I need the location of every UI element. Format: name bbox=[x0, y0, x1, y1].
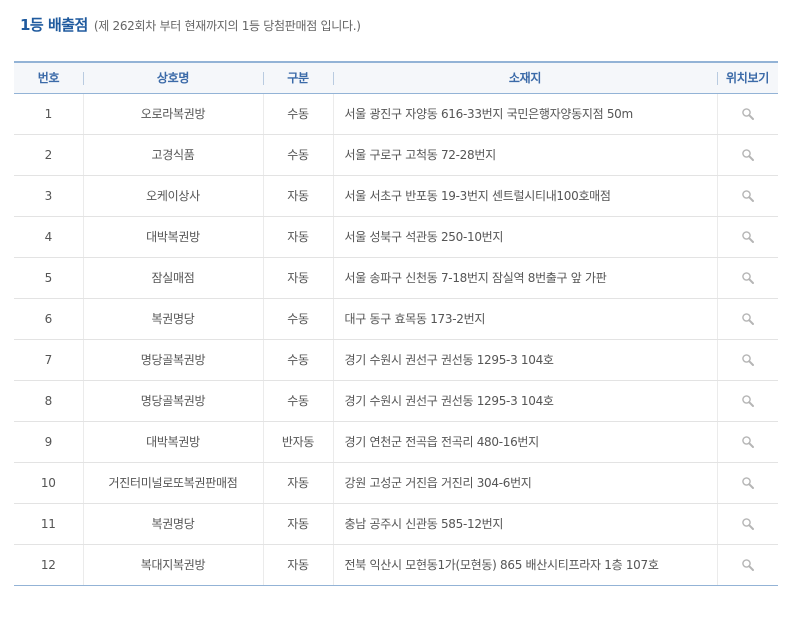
column-header-type: 구분 bbox=[263, 61, 333, 94]
magnifier-icon[interactable] bbox=[741, 107, 755, 121]
magnifier-icon[interactable] bbox=[741, 476, 755, 490]
row-store-name: 대박복권방 bbox=[82, 216, 263, 258]
table-row: 3 오케이상사 자동 서울 서초구 반포동 19-3번지 센트럴시티내100호매… bbox=[14, 175, 778, 217]
row-number: 5 bbox=[14, 257, 83, 299]
row-address: 서울 송파구 신천동 7-18번지 잠실역 8번출구 앞 가판 bbox=[332, 257, 717, 299]
row-store-name: 오케이상사 bbox=[82, 175, 263, 217]
column-header-address: 소재지 bbox=[333, 61, 717, 94]
row-type: 자동 bbox=[262, 503, 333, 545]
row-store-name: 오로라복권방 bbox=[82, 93, 263, 135]
row-address: 경기 수원시 권선구 권선동 1295-3 104호 bbox=[332, 380, 717, 422]
row-store-name: 복대지복권방 bbox=[82, 544, 263, 586]
table-row: 6 복권명당 수동 대구 동구 효목동 173-2번지 bbox=[14, 298, 778, 340]
row-address: 대구 동구 효목동 173-2번지 bbox=[332, 298, 717, 340]
row-number: 6 bbox=[14, 298, 83, 340]
row-number: 9 bbox=[14, 421, 83, 463]
row-location-cell bbox=[716, 462, 778, 504]
row-address: 서울 구로구 고척동 72-28번지 bbox=[332, 134, 717, 176]
column-header-store-name: 상호명 bbox=[83, 61, 263, 94]
row-location-cell bbox=[716, 339, 778, 381]
table-row: 9 대박복권방 반자동 경기 연천군 전곡읍 전곡리 480-16번지 bbox=[14, 421, 778, 463]
row-number: 1 bbox=[14, 93, 83, 135]
table-row: 1 오로라복권방 수동 서울 광진구 자양동 616-33번지 국민은행자양동지… bbox=[14, 93, 778, 135]
row-type: 수동 bbox=[262, 134, 333, 176]
row-type: 수동 bbox=[262, 93, 333, 135]
row-store-name: 거진터미널로또복권판매점 bbox=[82, 462, 263, 504]
table-row: 2 고경식품 수동 서울 구로구 고척동 72-28번지 bbox=[14, 134, 778, 176]
row-type: 자동 bbox=[262, 175, 333, 217]
row-type: 수동 bbox=[262, 380, 333, 422]
magnifier-icon[interactable] bbox=[741, 517, 755, 531]
row-location-cell bbox=[716, 216, 778, 258]
row-location-cell bbox=[716, 257, 778, 299]
row-address: 서울 성북구 석관동 250-10번지 bbox=[332, 216, 717, 258]
magnifier-icon[interactable] bbox=[741, 148, 755, 162]
row-type: 수동 bbox=[262, 339, 333, 381]
page-title-row: 1등 배출점 (제 262회차 부터 현재까지의 1등 당첨판매점 입니다.) bbox=[20, 14, 361, 40]
page-subtitle: (제 262회차 부터 현재까지의 1등 당첨판매점 입니다.) bbox=[93, 19, 361, 33]
row-type: 자동 bbox=[262, 462, 333, 504]
table-row: 4 대박복권방 자동 서울 성북구 석관동 250-10번지 bbox=[14, 216, 778, 258]
magnifier-icon[interactable] bbox=[741, 230, 755, 244]
row-number: 11 bbox=[14, 503, 83, 545]
row-type: 자동 bbox=[262, 257, 333, 299]
row-number: 8 bbox=[14, 380, 83, 422]
row-address: 전북 익산시 모현동1가(모현동) 865 배산시티프라자 1층 107호 bbox=[332, 544, 717, 586]
row-number: 12 bbox=[14, 544, 83, 586]
row-store-name: 복권명당 bbox=[82, 298, 263, 340]
row-location-cell bbox=[716, 421, 778, 463]
row-location-cell bbox=[716, 134, 778, 176]
row-location-cell bbox=[716, 175, 778, 217]
row-store-name: 대박복권방 bbox=[82, 421, 263, 463]
magnifier-icon[interactable] bbox=[741, 353, 755, 367]
row-address: 서울 광진구 자양동 616-33번지 국민은행자양동지점 50m bbox=[332, 93, 717, 135]
table-row: 5 잠실매점 자동 서울 송파구 신천동 7-18번지 잠실역 8번출구 앞 가… bbox=[14, 257, 778, 299]
row-store-name: 고경식품 bbox=[82, 134, 263, 176]
row-store-name: 명당골복권방 bbox=[82, 380, 263, 422]
row-address: 강원 고성군 거진읍 거진리 304-6번지 bbox=[332, 462, 717, 504]
row-store-name: 잠실매점 bbox=[82, 257, 263, 299]
magnifier-icon[interactable] bbox=[741, 558, 755, 572]
table-row: 11 복권명당 자동 충남 공주시 신관동 585-12번지 bbox=[14, 503, 778, 545]
row-number: 7 bbox=[14, 339, 83, 381]
table-row: 7 명당골복권방 수동 경기 수원시 권선구 권선동 1295-3 104호 bbox=[14, 339, 778, 381]
magnifier-icon[interactable] bbox=[741, 271, 755, 285]
table-row: 10 거진터미널로또복권판매점 자동 강원 고성군 거진읍 거진리 304-6번… bbox=[14, 462, 778, 504]
row-location-cell bbox=[716, 544, 778, 586]
row-number: 2 bbox=[14, 134, 83, 176]
table-row: 8 명당골복권방 수동 경기 수원시 권선구 권선동 1295-3 104호 bbox=[14, 380, 778, 422]
row-store-name: 복권명당 bbox=[82, 503, 263, 545]
magnifier-icon[interactable] bbox=[741, 189, 755, 203]
page-title: 1등 배출점 bbox=[20, 16, 88, 34]
magnifier-icon[interactable] bbox=[741, 394, 755, 408]
row-address: 경기 연천군 전곡읍 전곡리 480-16번지 bbox=[332, 421, 717, 463]
row-location-cell bbox=[716, 298, 778, 340]
row-number: 3 bbox=[14, 175, 83, 217]
row-type: 수동 bbox=[262, 298, 333, 340]
row-address: 충남 공주시 신관동 585-12번지 bbox=[332, 503, 717, 545]
column-header-location: 위치보기 bbox=[717, 61, 778, 94]
row-location-cell bbox=[716, 93, 778, 135]
table-row: 12 복대지복권방 자동 전북 익산시 모현동1가(모현동) 865 배산시티프… bbox=[14, 544, 778, 586]
row-number: 4 bbox=[14, 216, 83, 258]
row-number: 10 bbox=[14, 462, 83, 504]
magnifier-icon[interactable] bbox=[741, 435, 755, 449]
row-type: 자동 bbox=[262, 216, 333, 258]
row-address: 경기 수원시 권선구 권선동 1295-3 104호 bbox=[332, 339, 717, 381]
row-type: 자동 bbox=[262, 544, 333, 586]
row-location-cell bbox=[716, 380, 778, 422]
winning-stores-table: 번호 상호명 구분 소재지 위치보기 1 오로라복권방 수동 서울 광진구 자양… bbox=[14, 61, 778, 586]
magnifier-icon[interactable] bbox=[741, 312, 755, 326]
row-type: 반자동 bbox=[262, 421, 333, 463]
row-location-cell bbox=[716, 503, 778, 545]
column-header-number: 번호 bbox=[14, 61, 83, 94]
row-store-name: 명당골복권방 bbox=[82, 339, 263, 381]
row-address: 서울 서초구 반포동 19-3번지 센트럴시티내100호매점 bbox=[332, 175, 717, 217]
table-header-row: 번호 상호명 구분 소재지 위치보기 bbox=[14, 61, 778, 94]
